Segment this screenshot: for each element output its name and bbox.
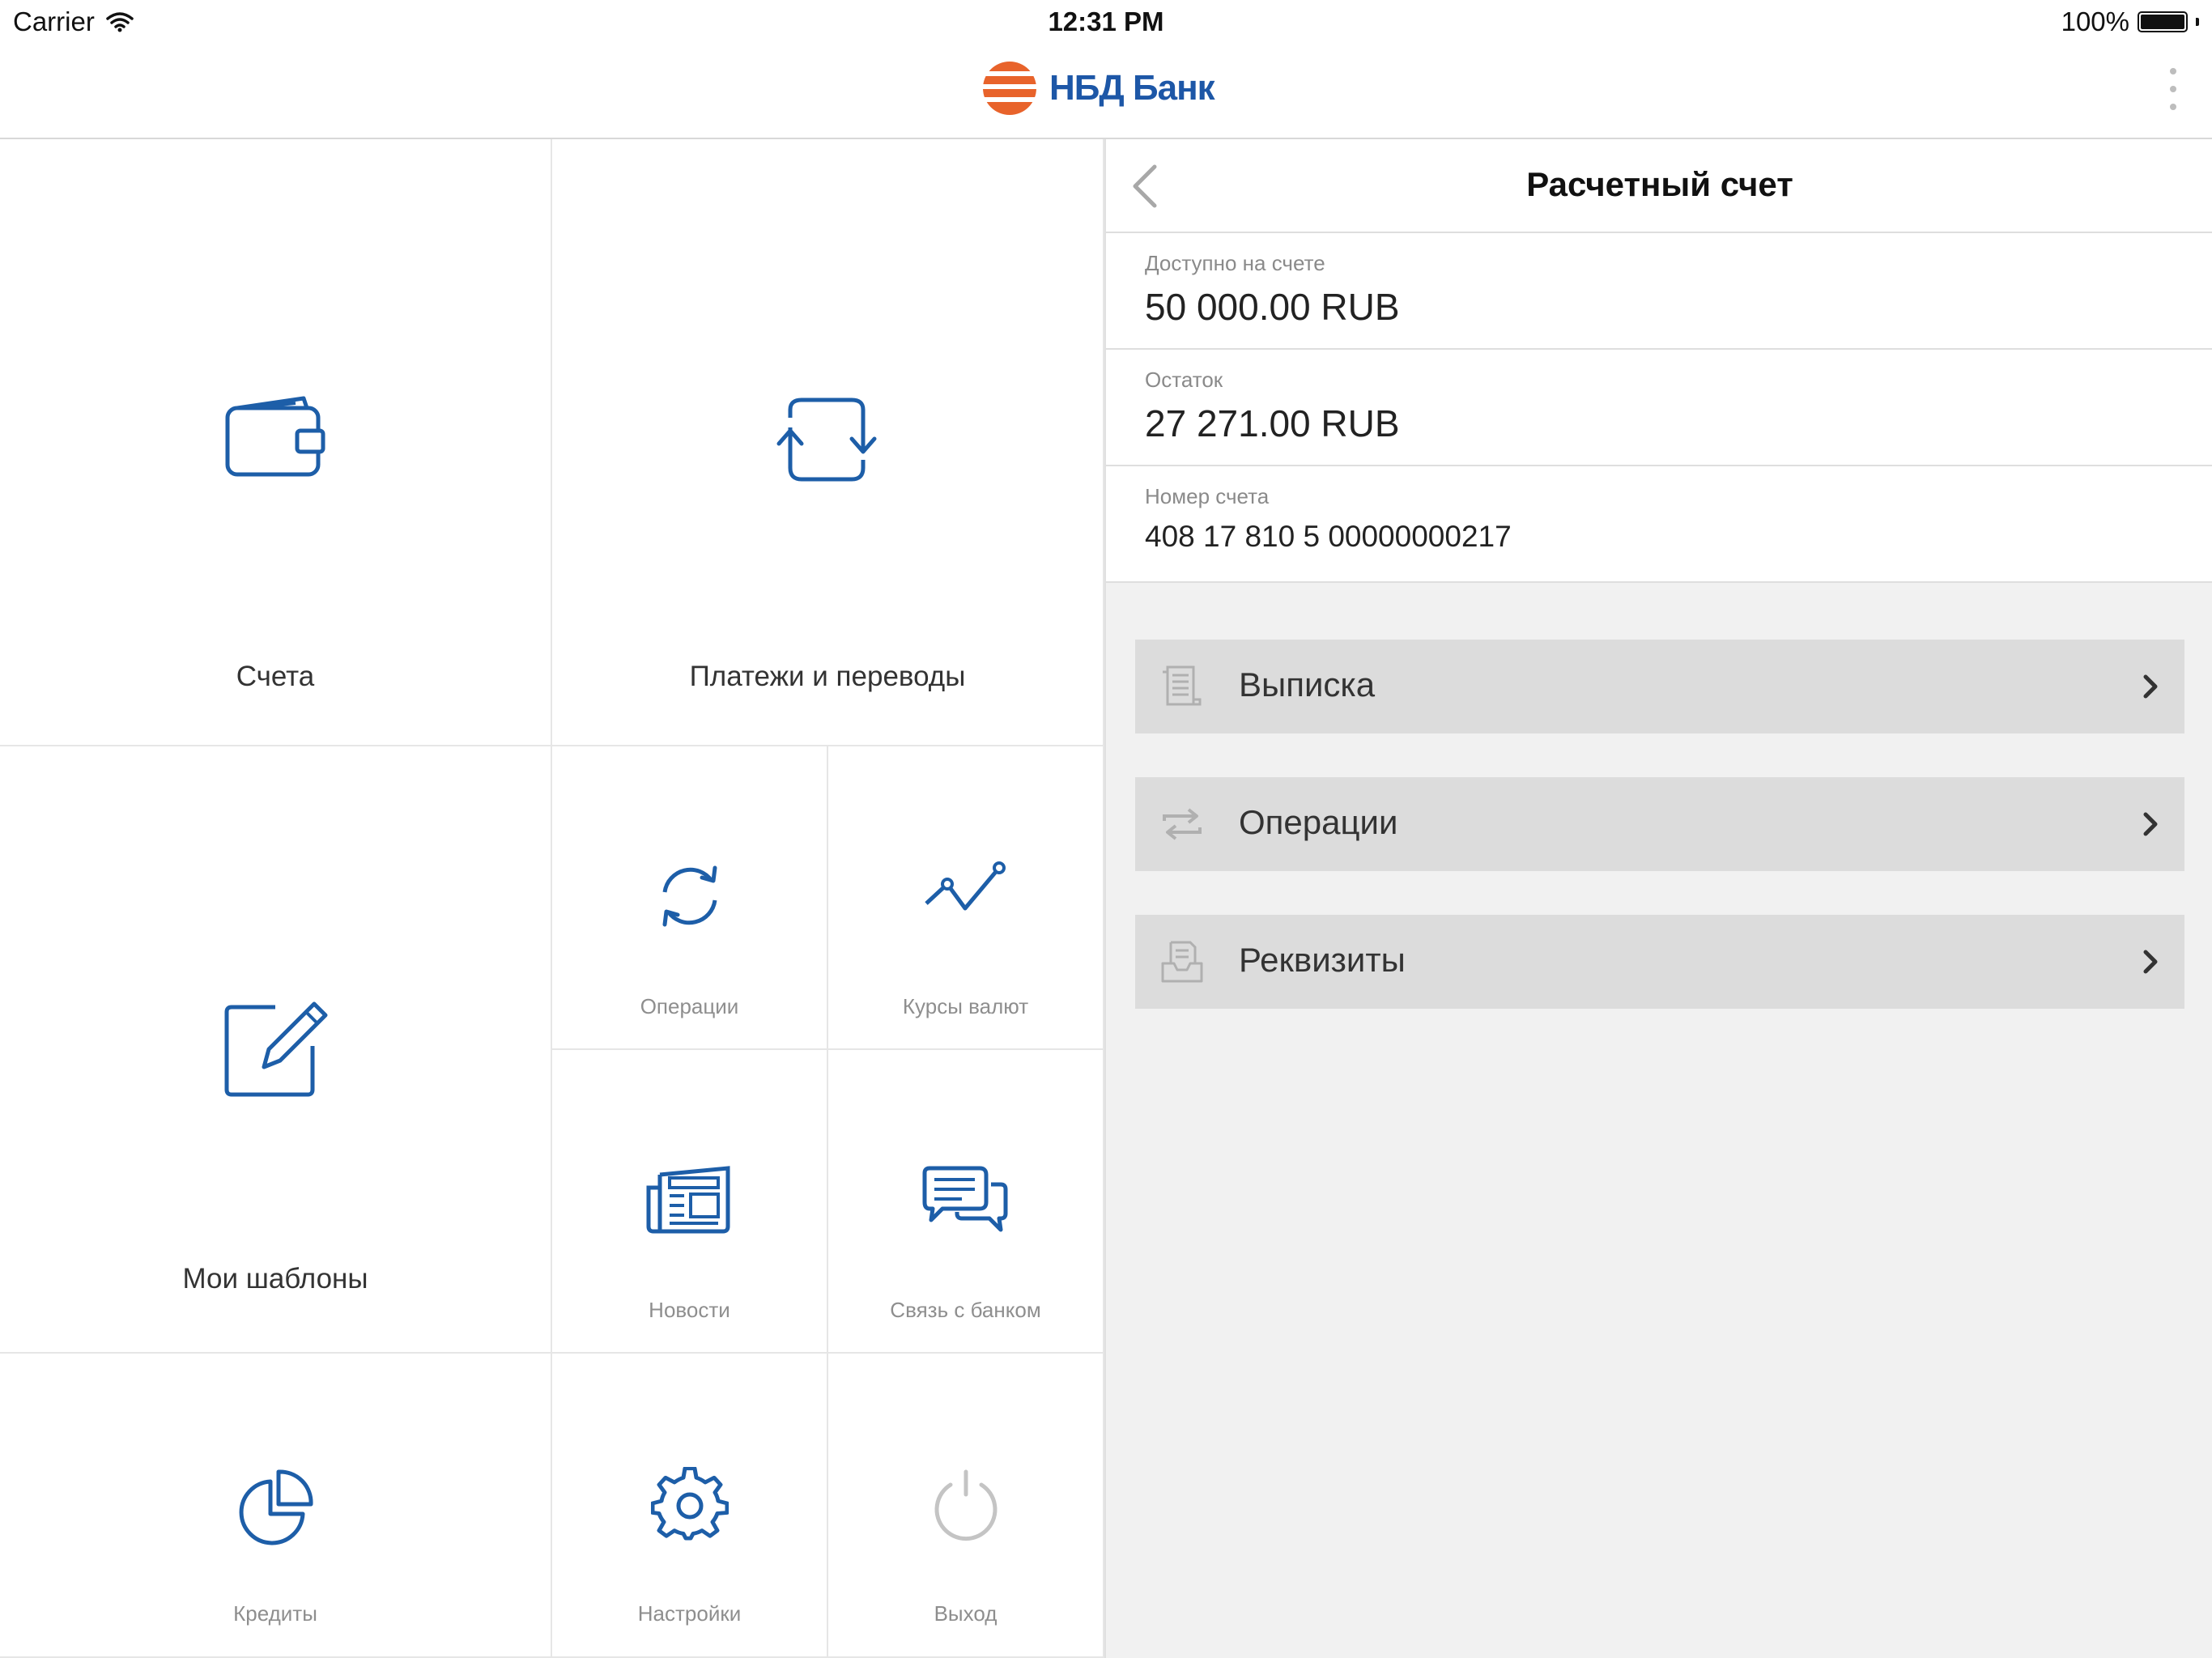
menu-tile-contact[interactable]: Связь с банком — [828, 1050, 1104, 1354]
menu-label-logout: Выход — [934, 1601, 998, 1626]
newspaper-icon — [646, 1166, 730, 1234]
menu-label-news: Новости — [649, 1298, 730, 1322]
operations-button[interactable]: Операции — [1135, 777, 2184, 871]
menu-tile-credits[interactable]: Кредиты — [0, 1354, 552, 1658]
available-label: Доступно на счете — [1145, 251, 1325, 275]
account-number-row: Номер счета 408 17 810 5 00000000217 — [1106, 466, 2212, 583]
main-menu-grid: Счета Платежи и переводы Мои шаблоны Опе… — [0, 139, 1104, 1658]
menu-tile-rates[interactable]: Курсы валют — [828, 746, 1104, 1050]
statement-button[interactable]: Выписка — [1135, 640, 2184, 733]
menu-tile-operations[interactable]: Операции — [552, 746, 828, 1050]
wallet-icon — [225, 396, 325, 477]
swap-arrows-icon — [1163, 808, 1202, 840]
menu-label-credits: Кредиты — [233, 1601, 317, 1626]
status-battery: 100% — [2061, 6, 2199, 37]
chevron-right-icon — [2143, 812, 2158, 836]
menu-label-rates: Курсы валют — [902, 994, 1029, 1018]
menu-tile-settings[interactable]: Настройки — [552, 1354, 828, 1658]
menu-label-accounts: Счета — [236, 661, 315, 692]
transfer-icon — [776, 397, 877, 482]
operations-label: Операции — [1239, 803, 1398, 841]
available-value: 50 000.00 RUB — [1145, 286, 1400, 328]
document-icon — [1163, 665, 1202, 706]
pie-chart-icon — [239, 1469, 313, 1545]
bank-logo-text: НБД Банк — [1049, 68, 1215, 108]
account-detail-panel: Расчетный счет Доступно на счете 50 000.… — [1104, 139, 2212, 1658]
status-bar: Carrier 12:31 PM 100% — [0, 0, 2212, 45]
menu-tile-accounts[interactable]: Счета — [0, 139, 552, 746]
menu-tile-news[interactable]: Новости — [552, 1050, 828, 1354]
account-number-label: Номер счета — [1145, 484, 1270, 508]
menu-label-settings: Настройки — [637, 1601, 742, 1626]
power-icon — [934, 1469, 997, 1541]
chart-line-icon — [924, 861, 1006, 911]
gear-icon — [650, 1467, 729, 1541]
available-row: Доступно на счете 50 000.00 RUB — [1106, 233, 2212, 350]
chat-icon — [922, 1166, 1007, 1232]
menu-tile-templates[interactable]: Мои шаблоны — [0, 746, 552, 1354]
status-time: 12:31 PM — [1048, 6, 1164, 36]
menu-label-contact: Связь с банком — [890, 1298, 1041, 1322]
chevron-right-icon — [2143, 950, 2158, 974]
balance-row: Остаток 27 271.00 RUB — [1106, 350, 2212, 466]
requisites-label: Реквизиты — [1239, 941, 1406, 979]
refresh-icon — [662, 865, 717, 927]
menu-label-templates: Мои шаблоны — [182, 1263, 368, 1295]
more-options-icon[interactable] — [2168, 66, 2178, 112]
nav-bar: НБД Банк — [0, 45, 2212, 139]
menu-label-operations: Операции — [640, 994, 739, 1018]
menu-tile-logout[interactable]: Выход — [828, 1354, 1104, 1658]
statement-label: Выписка — [1239, 665, 1376, 704]
bank-logo: НБД Банк — [981, 60, 1215, 117]
edit-template-icon — [224, 1001, 328, 1097]
requisites-button[interactable]: Реквизиты — [1135, 915, 2184, 1009]
chevron-right-icon — [2143, 674, 2158, 699]
battery-icon — [2138, 11, 2188, 32]
account-number-value: 408 17 810 5 00000000217 — [1145, 520, 1512, 553]
battery-percent: 100% — [2061, 6, 2129, 36]
detail-title: Расчетный счет — [1526, 165, 1793, 203]
balance-value: 27 271.00 RUB — [1145, 402, 1400, 444]
balance-label: Остаток — [1145, 368, 1223, 392]
bank-logo-icon — [983, 62, 1036, 115]
menu-label-payments: Платежи и переводы — [689, 661, 966, 692]
inbox-document-icon — [1161, 941, 1203, 983]
detail-header: Расчетный счет — [1106, 139, 2212, 233]
menu-tile-payments[interactable]: Платежи и переводы — [552, 139, 1104, 746]
